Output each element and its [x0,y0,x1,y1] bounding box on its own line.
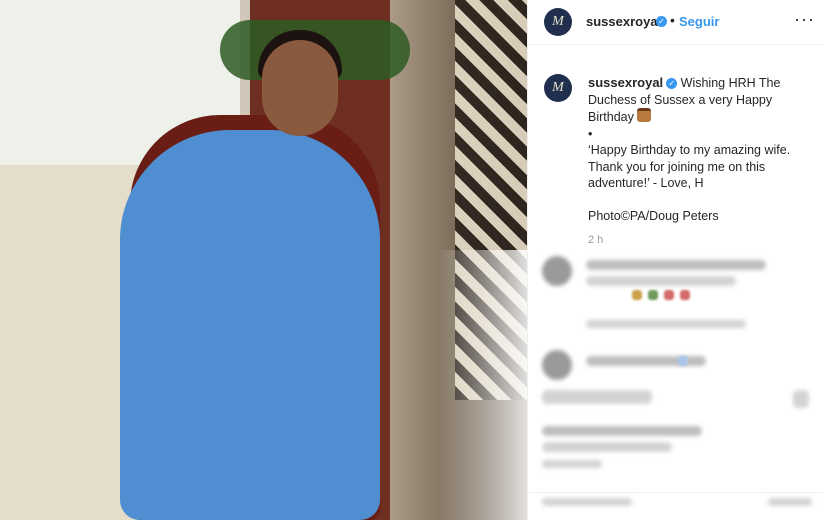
more-options-icon[interactable]: ··· [794,9,815,30]
comment-avatar [542,256,572,286]
comment-text-blur [542,442,672,452]
comments-list-blurred [528,250,824,520]
comment-meta-blur [542,498,632,506]
emoji-blur [648,290,658,300]
post-side-panel: M sussexroyal ✓ • Seguir ··· M sussexroy… [527,0,824,520]
comment-text-blur [542,390,652,404]
caption-username[interactable]: sussexroyal [588,75,663,90]
comment-text-blur [542,426,702,436]
comment-meta-blur [768,498,812,506]
comment-meta-blur [586,320,746,328]
post-caption: sussexroyal ✓ Wishing HRH The Duchess of … [588,75,810,224]
avatar-monogram: M [552,80,564,95]
emoji-blur [664,290,674,300]
emoji-blur [680,290,690,300]
header-username[interactable]: sussexroyal [586,14,661,29]
caption-avatar[interactable]: M [544,74,572,102]
verified-badge-icon: ✓ [666,78,678,89]
emoji-blur [632,290,642,300]
comment-meta-blur [542,460,602,468]
header-separator: • [670,12,675,28]
emoji-blur [678,356,688,366]
photo-person-head [262,40,338,136]
post-header: M sussexroyal ✓ • Seguir ··· [528,0,824,45]
comment-text-blur [586,356,706,366]
avatar-monogram: M [552,14,564,29]
caption-credit: Photo©PA/Doug Peters [588,208,719,223]
caption-bullet: • [588,126,593,141]
verified-badge-icon: ✓ [656,16,667,27]
caption-text-2: ‘Happy Birthday to my amazing wife. Than… [588,143,791,190]
cake-emoji-icon [637,108,652,122]
comment-text-blur [586,260,766,270]
post-photo[interactable] [0,0,527,520]
comment-text-blur [586,276,736,286]
follow-button[interactable]: Seguir [679,14,719,29]
comment-avatar [542,350,572,380]
comments-divider [528,492,824,493]
photo-edge-fade [437,250,527,520]
profile-avatar[interactable]: M [544,8,572,36]
caption-line-1: sussexroyal ✓ Wishing HRH The Duchess of … [588,75,810,126]
post-timestamp[interactable]: 2 h [588,234,603,246]
comment-like-blur [793,390,809,408]
photo-person-dress [120,130,380,520]
